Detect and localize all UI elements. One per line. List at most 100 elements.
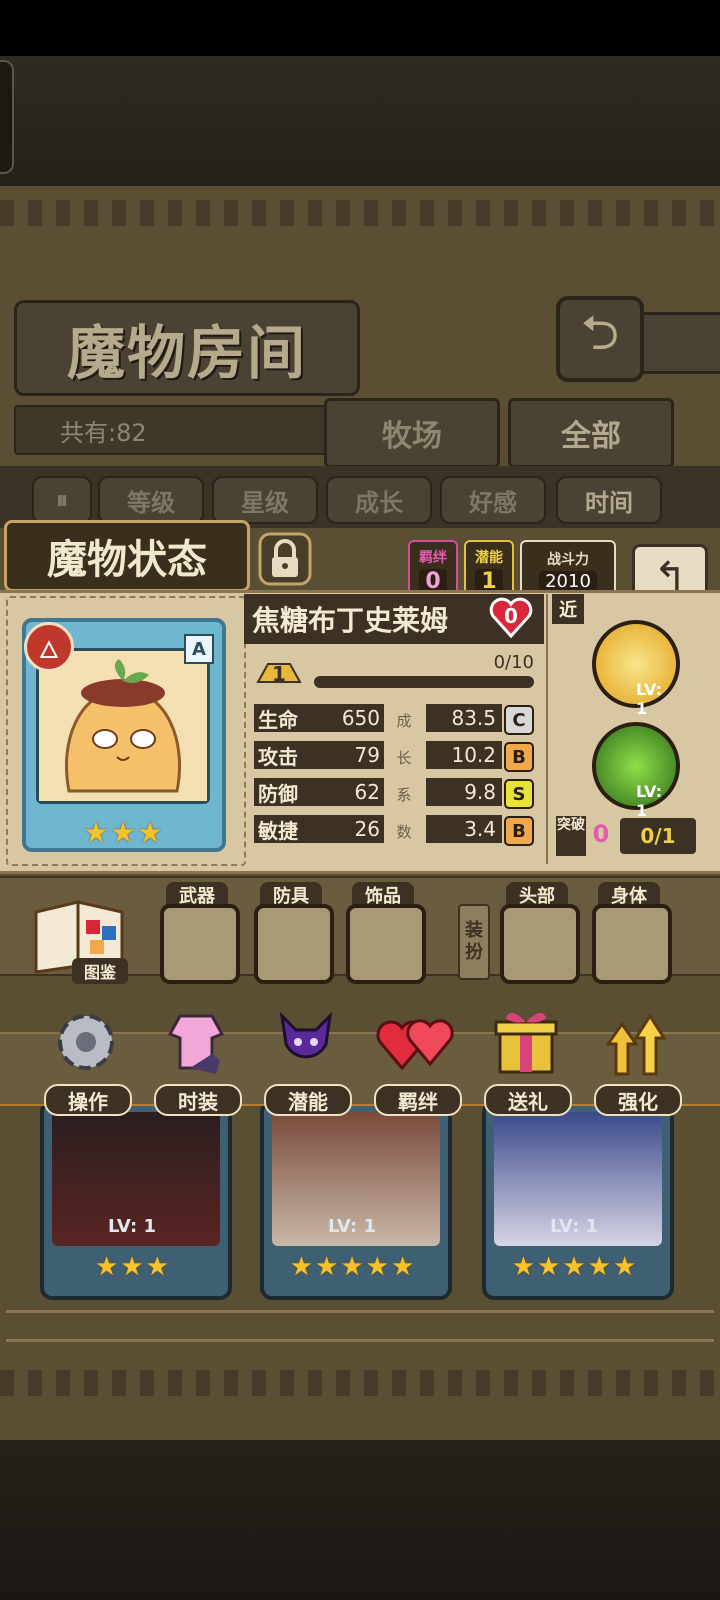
star-icon: ★ bbox=[315, 1252, 339, 1282]
room-header-bar bbox=[636, 312, 720, 374]
stat-value: 79 bbox=[354, 743, 380, 767]
monster-card-1[interactable]: LV: 1 ★ ★ ★ bbox=[40, 1100, 232, 1300]
action-label: 潜能 bbox=[264, 1084, 352, 1116]
stat-value: 650 bbox=[341, 706, 380, 730]
star-icon: ★ bbox=[110, 816, 136, 849]
total-count: 共有:82 bbox=[14, 405, 354, 455]
growth-char: 长 bbox=[396, 749, 412, 767]
enhance-button[interactable]: 强化 bbox=[586, 1004, 686, 1116]
potential-label: 潜能 bbox=[475, 549, 503, 566]
body-slot[interactable] bbox=[592, 904, 672, 984]
torn-edge-top bbox=[0, 200, 720, 226]
fashion-button[interactable]: 时装 bbox=[146, 1004, 246, 1116]
poison-skill-icon[interactable]: LV: 1 bbox=[592, 722, 680, 820]
breakthrough-label: 突破 bbox=[556, 816, 586, 856]
card-level: LV: 1 bbox=[327, 1216, 377, 1237]
gear-icon bbox=[58, 1014, 114, 1070]
growth-value: 3.4 bbox=[426, 815, 502, 843]
power-value: 2010 bbox=[539, 570, 597, 592]
wood-background-bottom bbox=[0, 1440, 720, 1600]
action-label: 羁绊 bbox=[374, 1084, 462, 1116]
level-badge: 1 bbox=[256, 656, 302, 692]
growth-value: 10.2 bbox=[426, 741, 502, 769]
status-bar bbox=[0, 0, 720, 56]
growth-char: 数 bbox=[396, 823, 412, 841]
power-label: 战斗力 bbox=[547, 551, 589, 568]
dressup-char: 扮 bbox=[465, 942, 483, 963]
grade-badge: S bbox=[504, 779, 534, 809]
operate-button[interactable]: 操作 bbox=[36, 1004, 136, 1116]
potential-button[interactable]: 潜能 bbox=[256, 1004, 356, 1116]
growth-value: 83.5 bbox=[426, 704, 502, 732]
sort-star[interactable]: 星级 bbox=[212, 476, 318, 524]
torn-edge-bottom bbox=[0, 1370, 720, 1396]
fire-element-icon: 🜂 bbox=[24, 622, 74, 672]
back-arrow-icon: ⮌ bbox=[580, 304, 620, 361]
star-icon: ★ bbox=[587, 1252, 611, 1282]
grade-badge: B bbox=[504, 742, 534, 772]
bond-label: 羁绊 bbox=[419, 549, 447, 566]
sort-order-toggle[interactable]: ⏸ bbox=[32, 476, 92, 524]
star-icon: ★ bbox=[340, 1252, 364, 1282]
range-tag: 近 bbox=[552, 594, 584, 624]
monster-card-3[interactable]: LV: 1 ★ ★ ★ ★ ★ bbox=[482, 1100, 674, 1300]
breakthrough-progress: 0/1 bbox=[620, 818, 696, 854]
skill-level: LV: 1 bbox=[636, 782, 663, 820]
exp-text: 0/10 bbox=[493, 652, 534, 673]
room-title: 魔物房间 bbox=[14, 300, 360, 396]
level-value: 1 bbox=[272, 662, 286, 686]
stat-value: 26 bbox=[354, 817, 380, 841]
weapon-slot[interactable] bbox=[160, 904, 240, 984]
star-icon: ★ bbox=[562, 1252, 586, 1282]
star-icon: ★ bbox=[95, 1252, 119, 1282]
exp-bar bbox=[314, 676, 534, 688]
skill-level: LV: 1 bbox=[636, 680, 663, 718]
star-rating: ★ ★ ★ bbox=[78, 816, 168, 849]
list-bottom-frame bbox=[6, 1310, 714, 1342]
fist-skill-icon[interactable]: LV: 1 bbox=[592, 620, 680, 718]
card-level: LV: 1 bbox=[549, 1216, 599, 1237]
card-stars: ★ ★ ★ ★ ★ bbox=[486, 1252, 662, 1282]
codex-label[interactable]: 图鉴 bbox=[72, 958, 128, 984]
star-icon: ★ bbox=[83, 816, 109, 849]
sort-time[interactable]: 时间 bbox=[556, 476, 662, 524]
head-slot[interactable] bbox=[500, 904, 580, 984]
room-back-button[interactable]: ⮌ bbox=[556, 296, 644, 382]
lock-icon[interactable] bbox=[254, 530, 316, 588]
accessory-slot[interactable] bbox=[346, 904, 426, 984]
grade-badge: C bbox=[504, 705, 534, 735]
sort-growth[interactable]: 成长 bbox=[326, 476, 432, 524]
gift-button[interactable]: 送礼 bbox=[476, 1004, 576, 1116]
sort-affection[interactable]: 好感 bbox=[440, 476, 546, 524]
star-icon: ★ bbox=[365, 1252, 389, 1282]
growth-char: 成 bbox=[396, 712, 412, 730]
affection-value: 0 bbox=[504, 604, 518, 628]
tab-all[interactable]: 全部 bbox=[508, 398, 674, 468]
star-icon: ★ bbox=[390, 1252, 415, 1282]
shadow-imp-icon bbox=[279, 1011, 333, 1059]
card-stars: ★ ★ ★ ★ ★ bbox=[264, 1252, 440, 1282]
affection-heart-icon[interactable]: 0 bbox=[488, 596, 534, 640]
gift-box-icon bbox=[494, 1012, 558, 1074]
monster-card-2[interactable]: LV: 1 ★ ★ ★ ★ ★ bbox=[260, 1100, 452, 1300]
star-icon: ★ bbox=[537, 1252, 561, 1282]
grade-badge: B bbox=[504, 816, 534, 846]
rank-badge: A bbox=[184, 634, 214, 664]
bond-button[interactable]: 羁绊 bbox=[366, 1004, 466, 1116]
star-icon: ★ bbox=[289, 1252, 314, 1282]
armor-slot[interactable] bbox=[254, 904, 334, 984]
action-label: 送礼 bbox=[484, 1084, 572, 1116]
status-title: 魔物状态 bbox=[4, 520, 250, 592]
breakthrough-value: 0 bbox=[592, 820, 610, 848]
hearts-icon bbox=[376, 1019, 454, 1071]
card-level: LV: 1 bbox=[107, 1216, 157, 1237]
star-icon: ★ bbox=[612, 1252, 637, 1282]
dress-icon bbox=[167, 1014, 225, 1074]
card-stars: ★ ★ ★ bbox=[44, 1252, 220, 1282]
star-icon: ★ bbox=[511, 1252, 536, 1282]
upgrade-arrows-icon bbox=[605, 1013, 667, 1076]
tab-ranch[interactable]: 牧场 bbox=[324, 398, 500, 468]
side-handle[interactable] bbox=[0, 60, 14, 174]
sort-level[interactable]: 等级 bbox=[98, 476, 204, 524]
stat-value: 62 bbox=[354, 780, 380, 804]
